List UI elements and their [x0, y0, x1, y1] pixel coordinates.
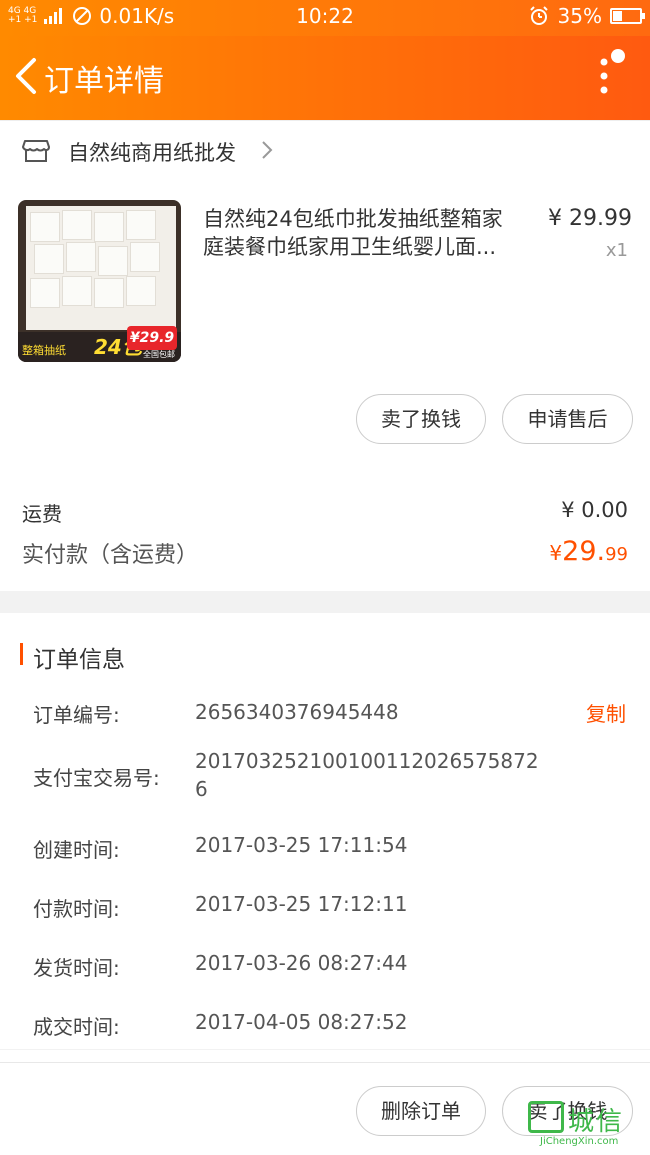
- alipay-trade-no-label: 支付宝交易号:: [33, 766, 160, 790]
- tissue-pack: [130, 242, 160, 272]
- divider: [0, 1049, 650, 1050]
- shipping-time-label: 发货时间:: [33, 956, 120, 980]
- page-title: 订单详情: [44, 64, 164, 99]
- tissue-pack: [126, 276, 156, 306]
- shop-row[interactable]: 自然纯商用纸批发: [0, 120, 650, 178]
- shipping-value: ¥ 0.00: [561, 498, 628, 522]
- battery-icon: [610, 8, 645, 24]
- app-header: 订单详情: [0, 36, 650, 120]
- payment-time-label: 付款时间:: [33, 897, 120, 921]
- tissue-pack: [62, 210, 92, 240]
- delete-order-button[interactable]: 删除订单: [356, 1086, 486, 1136]
- shipping-time-value: 2017-03-26 08:27:44: [195, 951, 408, 975]
- created-time-label: 创建时间:: [33, 838, 120, 862]
- product-price: ¥ 29.99: [548, 206, 632, 231]
- paid-decimal: 99: [605, 544, 628, 565]
- shop-name: 自然纯商用纸批发: [68, 141, 236, 165]
- tissue-pack: [94, 278, 124, 308]
- shipping-label: 运费: [22, 502, 62, 526]
- paid-currency: ¥: [549, 541, 563, 565]
- watermark-text: 城信: [568, 1107, 625, 1137]
- tissue-pack: [94, 212, 124, 242]
- status-right: 35%: [528, 4, 645, 28]
- tissue-pack: [126, 210, 156, 240]
- alarm-icon: [529, 6, 548, 25]
- more-menu-icon[interactable]: [592, 46, 632, 106]
- banner-small-text: 整箱抽纸: [22, 344, 66, 357]
- product-title[interactable]: 自然纯24包纸巾批发抽纸整箱家 庭装餐巾纸家用卫生纸婴儿面...: [203, 205, 538, 261]
- chevron-right-icon: [262, 141, 273, 159]
- tissue-pack: [62, 276, 92, 306]
- alipay-trade-no-value: 2017032521001001120265758726: [195, 749, 539, 801]
- product-thumbnail[interactable]: 整箱抽纸 24包 ¥29.9 全国包邮: [18, 200, 181, 362]
- tissue-pack: [30, 212, 60, 242]
- copy-order-number-button[interactable]: 复制: [586, 698, 626, 727]
- payment-time-value: 2017-03-25 17:12:11: [195, 892, 408, 916]
- section-accent-bar: [20, 643, 23, 665]
- request-after-sale-button[interactable]: 申请售后: [502, 394, 633, 444]
- paid-integer: 29.: [562, 536, 606, 567]
- amount-paid-label: 实付款（含运费）: [22, 543, 199, 568]
- product-title-line2: 庭装餐巾纸家用卫生纸婴儿面...: [203, 235, 497, 259]
- banner-free-shipping: 全国包邮: [143, 350, 175, 359]
- battery-fill: [613, 11, 623, 21]
- tissue-pack: [98, 246, 128, 276]
- thumbnail-banner: 整箱抽纸 24包 ¥29.9 全国包邮: [18, 326, 181, 362]
- product-title-line1: 自然纯24包纸巾批发抽纸整箱家: [203, 207, 503, 231]
- status-bar: 4G 4G +1 +1 0.01K/s 10:22 35%: [0, 0, 650, 36]
- amount-paid-value: ¥29.99: [549, 536, 628, 567]
- tissue-pack: [34, 244, 64, 274]
- tissue-pack: [30, 278, 60, 308]
- banner-price-tag: ¥29.9: [127, 326, 177, 350]
- tissue-pack: [66, 242, 96, 272]
- watermark-logo-box: [528, 1101, 564, 1133]
- sell-for-cash-button[interactable]: 卖了换钱: [356, 394, 486, 444]
- order-number-label: 订单编号:: [33, 703, 120, 727]
- section-divider: [0, 591, 650, 613]
- completed-time-label: 成交时间:: [33, 1015, 120, 1039]
- tissue-box-image: [26, 206, 176, 330]
- product-quantity: x1: [605, 240, 628, 261]
- battery-percent: 35%: [557, 4, 602, 28]
- store-icon: [22, 140, 50, 162]
- watermark-domain: JiChengXin.com: [540, 1136, 619, 1147]
- created-time-value: 2017-03-25 17:11:54: [195, 833, 408, 857]
- site-watermark: 城信 JiChengXin.com: [528, 1101, 646, 1147]
- order-info-title: 订单信息: [33, 647, 125, 673]
- order-number-value: 2656340376945448: [195, 700, 399, 724]
- completed-time-value: 2017-04-05 08:27:52: [195, 1010, 408, 1034]
- bottom-bar-divider: [0, 1062, 650, 1063]
